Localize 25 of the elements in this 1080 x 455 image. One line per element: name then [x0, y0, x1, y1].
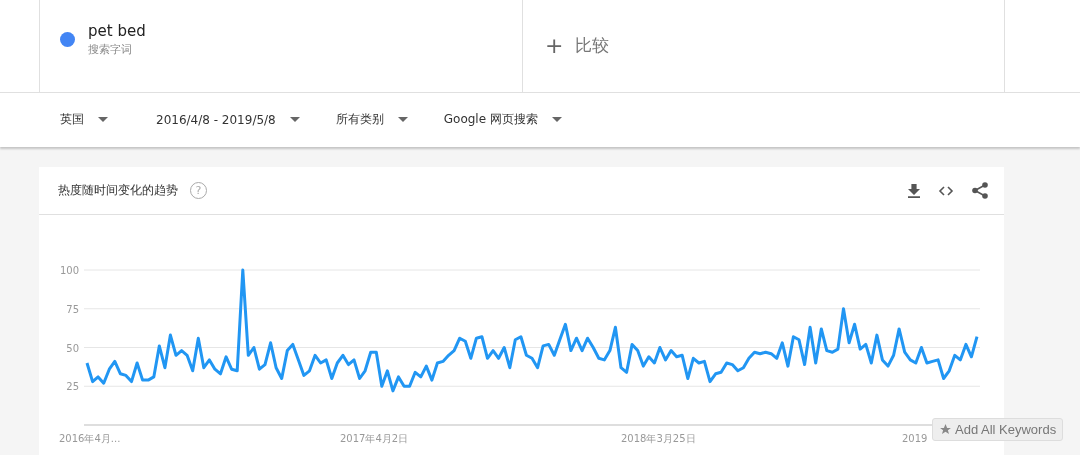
filter-dropdown[interactable]: Google 网页搜索 — [443, 111, 562, 129]
add-all-keywords-button[interactable]: Add All Keywords — [932, 418, 1064, 441]
search-term[interactable]: pet bed — [88, 22, 146, 40]
card-title: 热度随时间变化的趋势 — [58, 182, 178, 199]
y-axis-label: 50 — [66, 342, 79, 354]
x-axis-label: 2017年4月2日 — [340, 433, 409, 444]
filter-dropdown[interactable]: 2016/4/8 - 2019/5/8 — [156, 112, 300, 127]
caret-icon — [98, 117, 108, 123]
y-axis-label: 25 — [66, 381, 79, 393]
share-icon[interactable] — [972, 182, 988, 199]
x-axis-label: 2019 — [902, 433, 928, 444]
x-axis-label: 2018年3月25日 — [621, 433, 696, 444]
download-icon[interactable] — [908, 183, 920, 198]
star-icon — [939, 423, 952, 436]
y-axis-label: 100 — [59, 265, 79, 276]
caret-icon — [289, 117, 300, 123]
embed-code-icon[interactable] — [938, 185, 954, 196]
x-axis-label: 2016年4月... — [59, 433, 121, 444]
caret-icon — [397, 117, 408, 123]
filter-dropdown[interactable]: 英国 — [60, 111, 108, 129]
y-axis-label: 75 — [66, 303, 79, 315]
compare-button[interactable]: + 比较 — [523, 0, 1005, 92]
term-type-label: 搜索字词 — [88, 42, 133, 57]
filter-dropdown[interactable]: 所有类别 — [335, 111, 408, 129]
caret-icon — [551, 117, 562, 123]
